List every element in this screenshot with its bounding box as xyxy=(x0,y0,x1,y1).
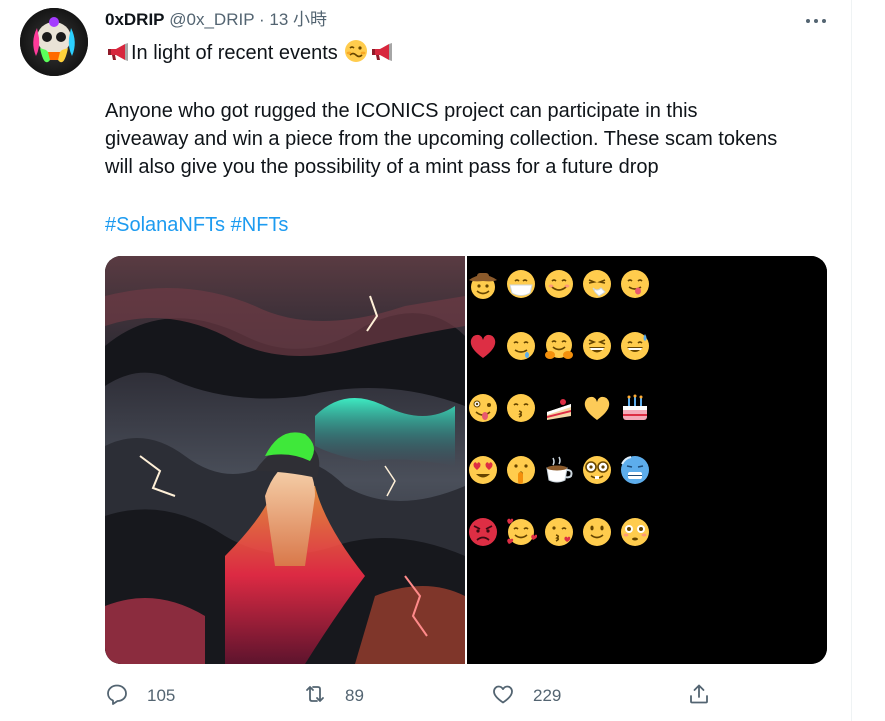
tweet-body-line: will also give you the possibility of a … xyxy=(105,156,659,178)
yum-face-icon xyxy=(619,268,651,300)
retweet-button[interactable]: 89 xyxy=(303,683,364,709)
shushing-face-icon xyxy=(505,454,537,486)
intro-text: In light of recent events xyxy=(131,42,338,64)
woozy-face-icon xyxy=(344,39,368,71)
cowboy-face-icon xyxy=(467,268,499,300)
avatar[interactable] xyxy=(20,8,88,76)
tweet-text-line1: In light of recent events xyxy=(105,39,395,71)
tweet-header: 0xDRIP @0x_DRIP · 13 小時 xyxy=(105,9,327,31)
retweet-icon xyxy=(303,682,327,711)
hugging-face-icon xyxy=(543,330,575,362)
hashtags: #SolanaNFTs #NFTs xyxy=(105,211,288,239)
hashtag-link[interactable]: #SolanaNFTs xyxy=(105,214,225,236)
share-icon xyxy=(687,682,711,711)
tweet-action-bar: 105 89 229 xyxy=(105,683,725,709)
hashtag-link[interactable]: #NFTs xyxy=(231,214,289,236)
kissing-smiling-eyes-icon xyxy=(505,392,537,424)
cold-face-icon xyxy=(619,454,651,486)
slightly-smiling-face-icon xyxy=(581,516,613,548)
timeline-border xyxy=(851,0,852,721)
display-name[interactable]: 0xDRIP xyxy=(105,10,165,29)
heart-eyes-face-icon xyxy=(467,454,499,486)
birthday-cake-icon xyxy=(619,392,651,424)
face-blowing-kiss-icon xyxy=(543,516,575,548)
angry-face-icon xyxy=(467,516,499,548)
more-horizontal-icon[interactable] xyxy=(802,10,830,32)
reply-icon xyxy=(105,682,129,711)
heart-icon xyxy=(491,682,515,711)
user-handle[interactable]: @0x_DRIP xyxy=(169,10,254,29)
reply-button[interactable]: 105 xyxy=(105,683,175,709)
drooling-face-icon xyxy=(505,330,537,362)
tweet-body-line: Anyone who got rugged the ICONICS projec… xyxy=(105,100,698,122)
grinning-sweat-face-icon xyxy=(619,330,651,362)
zany-face-icon xyxy=(467,392,499,424)
share-button[interactable] xyxy=(687,683,711,709)
media-image-artwork[interactable] xyxy=(105,256,465,664)
tweet-media xyxy=(105,256,827,664)
retweet-count: 89 xyxy=(345,686,364,705)
red-heart-icon xyxy=(467,330,499,362)
media-image-emoji-grid[interactable] xyxy=(467,256,827,664)
tweet-body-line: giveaway and win a piece from the upcomi… xyxy=(105,128,778,150)
tweet-timestamp[interactable]: 13 小時 xyxy=(269,10,327,29)
cake-slice-icon xyxy=(543,392,575,424)
reply-count: 105 xyxy=(147,686,176,705)
megaphone-icon xyxy=(106,41,130,71)
megaphone-icon xyxy=(370,41,394,71)
like-count: 229 xyxy=(533,686,562,705)
nerd-face-icon xyxy=(581,454,613,486)
flushed-face-icon xyxy=(619,516,651,548)
sneezing-face-icon xyxy=(581,268,613,300)
hot-beverage-icon xyxy=(543,454,575,486)
mask-face-icon xyxy=(505,268,537,300)
separator-dot: · xyxy=(258,10,265,29)
smiling-face-with-hearts-icon xyxy=(505,516,538,548)
grinning-squinting-face-icon xyxy=(581,330,613,362)
like-button[interactable]: 229 xyxy=(491,683,561,709)
smiling-face-icon xyxy=(543,268,575,300)
yellow-heart-icon xyxy=(581,392,613,424)
